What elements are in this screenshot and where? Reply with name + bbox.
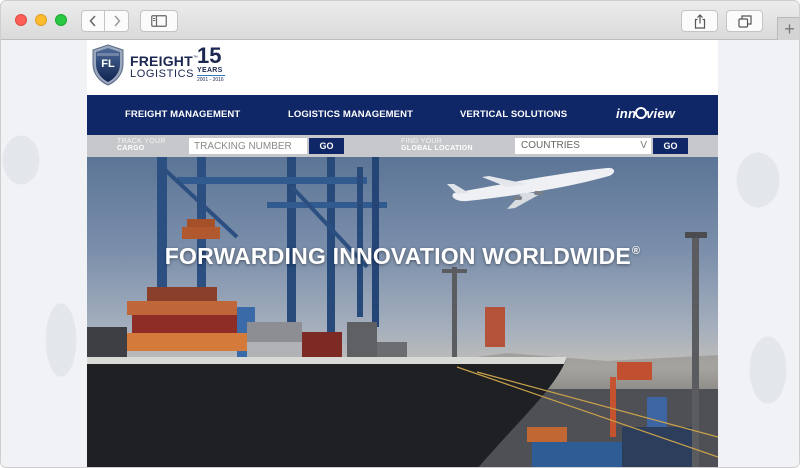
world-map-background-right: [718, 40, 799, 467]
share-icon: [694, 13, 705, 29]
nav-freight-management[interactable]: FREIGHT MANAGEMENT: [125, 109, 240, 120]
innoview-logo-suffix: view: [646, 106, 676, 121]
site-header: FL FREIGHT™ LOGISTICS 15 YEARS 2001 - 20…: [87, 40, 718, 95]
chevron-right-icon: [113, 15, 121, 27]
find-label-line1: FIND YOUR: [401, 138, 443, 145]
find-location-label: FIND YOUR GLOBAL LOCATION: [401, 138, 473, 152]
main-navigation: FREIGHT MANAGEMENT LOGISTICS MANAGEMENT …: [87, 95, 718, 135]
website: FL FREIGHT™ LOGISTICS 15 YEARS 2001 - 20…: [87, 40, 718, 467]
new-tab-button[interactable]: +: [777, 17, 799, 40]
hero-headline: FORWARDING INNOVATION WORLDWIDE®: [87, 243, 718, 270]
track-cargo-label: TRACK YOUR CARGO: [117, 138, 166, 152]
countries-selected-value: COUNTRIES: [521, 140, 580, 151]
sidebar-icon: [151, 15, 167, 27]
innoview-logo-prefix: inn: [616, 106, 637, 121]
sidebar-toggle-button[interactable]: [140, 10, 178, 32]
anniversary-label: YEARS: [197, 67, 223, 74]
innoview-logo[interactable]: inn view: [616, 106, 675, 121]
shield-logo-icon[interactable]: FL: [91, 44, 125, 86]
find-label-line2: GLOBAL LOCATION: [401, 145, 473, 152]
hero-headline-text: FORWARDING INNOVATION WORLDWIDE: [164, 243, 631, 269]
back-button[interactable]: [81, 10, 105, 32]
brand-name: FREIGHT™ LOGISTICS: [130, 51, 198, 80]
tab-overview-button[interactable]: [726, 10, 763, 32]
minimize-window-button[interactable]: [35, 14, 47, 26]
tabs-icon: [737, 14, 752, 28]
plus-icon: +: [784, 19, 795, 39]
brand-name-line2: LOGISTICS: [130, 68, 195, 80]
track-go-button[interactable]: GO: [309, 138, 344, 154]
world-map-background-left: [1, 40, 87, 467]
search-bar: TRACK YOUR CARGO GO FIND YOUR GLOBAL LOC…: [87, 135, 718, 157]
hero-banner: FORWARDING INNOVATION WORLDWIDE®: [87, 157, 718, 467]
browser-toolbar: +: [1, 1, 799, 40]
location-go-button[interactable]: GO: [653, 138, 688, 154]
brand-name-line1: FREIGHT: [130, 53, 193, 69]
anniversary-badge: 15 YEARS 2001 - 2016: [197, 45, 225, 83]
anniversary-number: 15: [197, 43, 222, 68]
nav-vertical-solutions[interactable]: VERTICAL SOLUTIONS: [460, 109, 567, 120]
forward-button[interactable]: [105, 10, 129, 32]
port-scene-image: [87, 157, 718, 467]
registered-symbol: ®: [631, 245, 641, 257]
anniversary-range: 2001 - 2016: [197, 75, 225, 83]
track-label-line2: CARGO: [117, 145, 145, 152]
chevron-left-icon: [89, 15, 96, 27]
nav-logistics-management[interactable]: LOGISTICS MANAGEMENT: [288, 109, 413, 120]
share-button[interactable]: [681, 10, 718, 32]
page-viewport: FL FREIGHT™ LOGISTICS 15 YEARS 2001 - 20…: [1, 40, 799, 467]
airplane-icon: [447, 167, 615, 209]
close-window-button[interactable]: [15, 14, 27, 26]
tracking-number-input[interactable]: [189, 138, 307, 154]
track-label-line1: TRACK YOUR: [117, 138, 166, 145]
logo-initials: FL: [101, 58, 115, 70]
zoom-window-button[interactable]: [55, 14, 67, 26]
countries-dropdown[interactable]: COUNTRIES V: [515, 138, 651, 154]
chevron-down-icon: V: [640, 140, 647, 151]
browser-window: + FL FREIGHT™ LOGISTICS 15 YEARS 2001 - …: [0, 0, 800, 468]
